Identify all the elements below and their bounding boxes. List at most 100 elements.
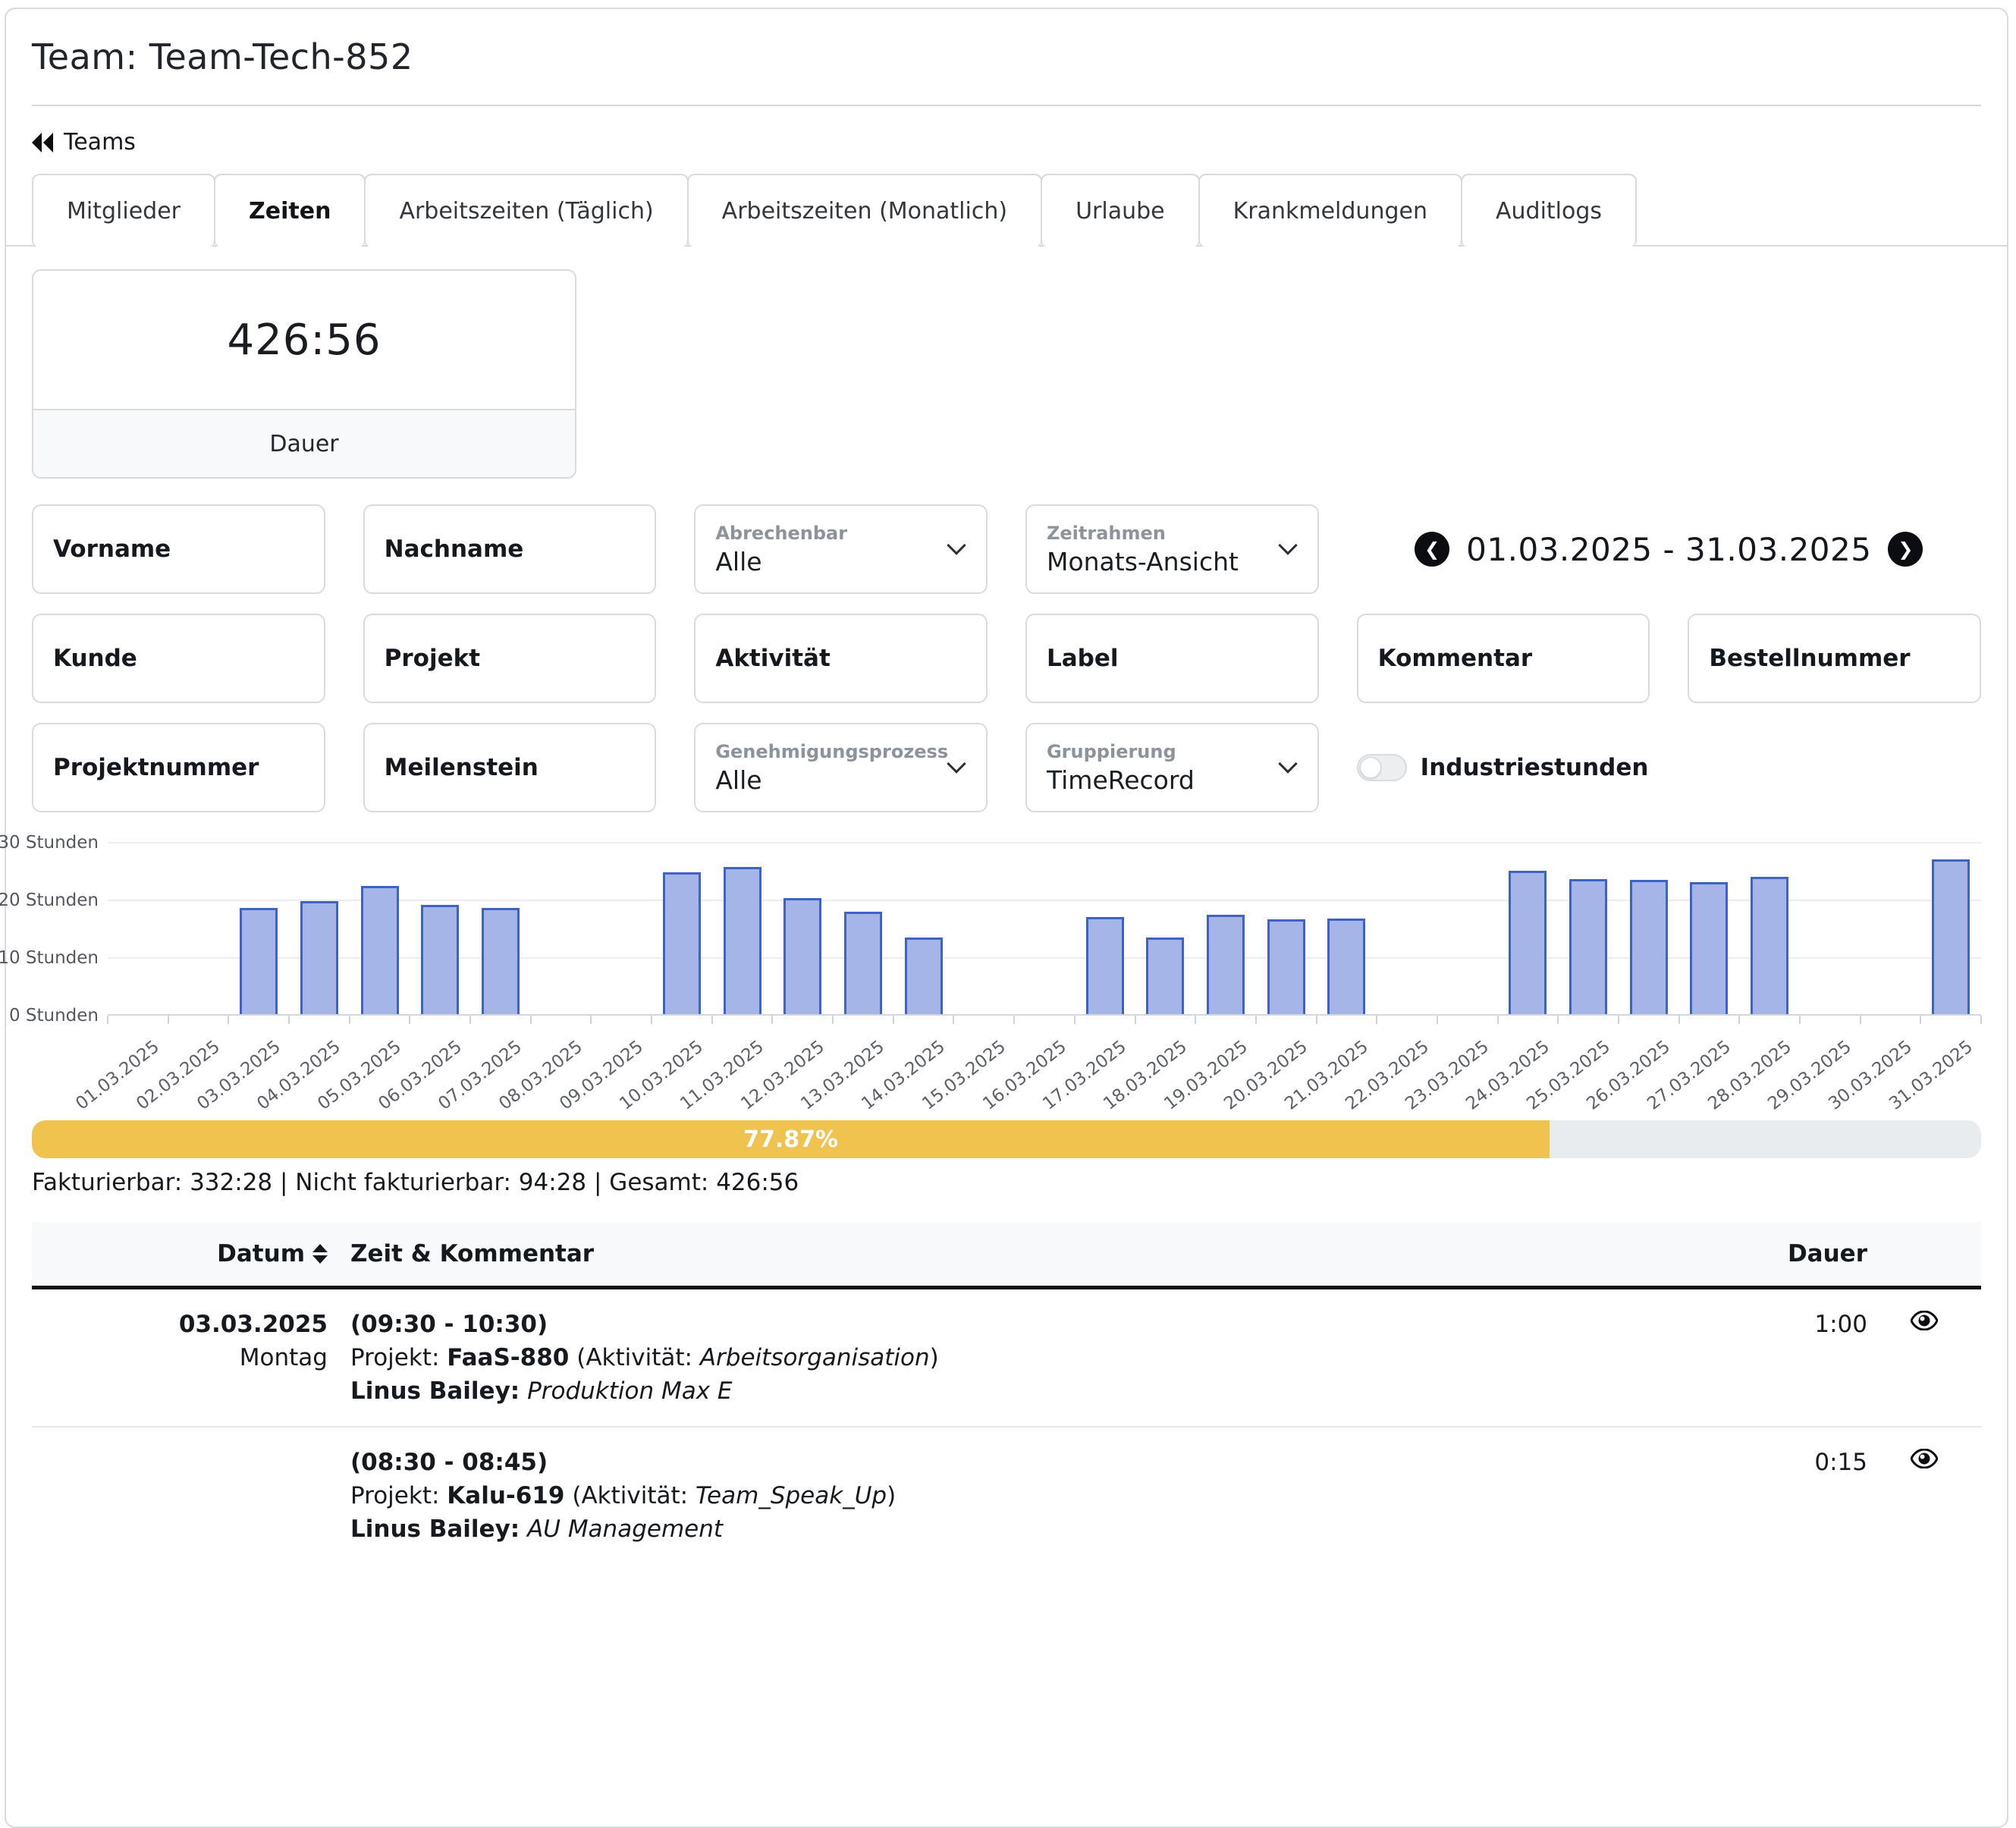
vorname-input[interactable]: Vorname: [32, 504, 325, 594]
x-axis-tick: [771, 1016, 773, 1024]
x-axis-tick: [288, 1016, 290, 1024]
bar-slot: [712, 843, 773, 1014]
entry-person: Linus Bailey:: [350, 1515, 520, 1543]
bar-slot: [1678, 843, 1739, 1014]
vorname-label: Vorname: [53, 536, 304, 563]
bar-slot: [350, 843, 410, 1014]
view-entry-button[interactable]: [1911, 1447, 1938, 1475]
x-axis-tick: [953, 1016, 954, 1024]
x-axis-tick: [1255, 1016, 1257, 1024]
bar-slot: [1377, 843, 1437, 1014]
bar-slot: [531, 843, 592, 1014]
cell-zeit-kommentar: (08:30 - 08:45) Projekt: Kalu-619 (Aktiv…: [328, 1427, 1693, 1564]
projekt-input[interactable]: Projekt: [363, 614, 657, 703]
bar-slot: [1558, 843, 1619, 1014]
bar: [1086, 917, 1124, 1014]
activity-suffix: ): [887, 1482, 896, 1509]
rewind-icon: [32, 133, 55, 152]
table-header-row: Datum Zeit & Kommentar Dauer: [32, 1222, 1981, 1288]
x-axis-tick: [1135, 1016, 1136, 1024]
billable-progress-track: 77.87%: [32, 1120, 1981, 1158]
bar: [663, 872, 701, 1014]
tab-auditlogs[interactable]: Auditlogs: [1461, 174, 1637, 247]
x-axis-tick: [590, 1016, 592, 1024]
genehmigungsprozess-select[interactable]: Genehmigungsprozess Alle: [694, 723, 988, 812]
totals-summary: Fakturierbar: 332:28 | Nicht fakturierba…: [32, 1169, 1981, 1196]
aktivitaet-input[interactable]: Aktivität: [694, 614, 988, 703]
tab-urlaube[interactable]: Urlaube: [1041, 174, 1200, 247]
bar-slot: [1195, 843, 1256, 1014]
projektnummer-label: Projektnummer: [53, 754, 304, 781]
bar-slot: [1437, 843, 1498, 1014]
activity-prefix: (Aktivität:: [572, 1482, 688, 1509]
nachname-input[interactable]: Nachname: [363, 504, 657, 594]
bar-slot: [1256, 843, 1317, 1014]
bestellnummer-input[interactable]: Bestellnummer: [1688, 614, 1981, 703]
x-axis-tick: [168, 1016, 169, 1024]
back-to-teams-link[interactable]: Teams: [32, 129, 136, 155]
tab-arbeitszeiten-taeglich[interactable]: Arbeitszeiten (Täglich): [364, 174, 688, 247]
filter-grid: Vorname Nachname Abrechenbar Alle Zeitra…: [32, 504, 1981, 812]
table-row: 03.03.2025 Montag (09:30 - 10:30) Projek…: [32, 1288, 1981, 1428]
zeitrahmen-value: Monats-Ansicht: [1047, 547, 1298, 576]
y-axis-tick-label: 10 Stunden: [0, 948, 99, 968]
cell-dauer: 1:00: [1693, 1288, 1867, 1428]
x-axis-tick: [1557, 1016, 1559, 1024]
abrechenbar-select[interactable]: Abrechenbar Alle: [694, 504, 988, 594]
activity-suffix: ): [930, 1344, 939, 1371]
bar-slot: [1920, 843, 1981, 1014]
entry-weekday: Montag: [240, 1344, 328, 1371]
bestellnummer-label: Bestellnummer: [1709, 645, 1960, 672]
projektnummer-input[interactable]: Projektnummer: [32, 723, 325, 812]
bar-slot: [1497, 843, 1558, 1014]
entry-person: Linus Bailey:: [350, 1377, 520, 1405]
x-axis-tick: [1980, 1016, 1982, 1024]
entry-project: FaaS-880: [447, 1344, 569, 1371]
billable-progress-label: 77.87%: [743, 1126, 838, 1153]
bar: [240, 908, 278, 1014]
chart-x-ticks: [108, 1016, 1981, 1025]
gruppierung-select[interactable]: Gruppierung TimeRecord: [1025, 723, 1319, 812]
header-actions: [1867, 1222, 1981, 1288]
x-axis-tick: [1678, 1016, 1680, 1024]
zeitrahmen-select[interactable]: Zeitrahmen Monats-Ansicht: [1025, 504, 1319, 594]
page-title: Team: Team-Tech-852: [32, 27, 1981, 77]
entry-activity: Team_Speak_Up: [696, 1482, 887, 1509]
tab-arbeitszeiten-monatlich[interactable]: Arbeitszeiten (Monatlich): [687, 174, 1042, 247]
x-axis-tick: [530, 1016, 532, 1024]
entry-comment: AU Management: [527, 1515, 723, 1543]
next-month-button[interactable]: ❯: [1888, 532, 1923, 567]
industriestunden-toggle[interactable]: [1357, 754, 1407, 781]
bar-slot: [652, 843, 712, 1014]
x-axis-tick: [349, 1016, 350, 1024]
date-range-nav: ❮ 01.03.2025 - 31.03.2025 ❯: [1357, 504, 1981, 594]
bar: [1751, 877, 1788, 1014]
header-dauer: Dauer: [1693, 1222, 1867, 1288]
x-axis-tick: [1074, 1016, 1076, 1024]
prev-month-button[interactable]: ❮: [1415, 532, 1449, 567]
project-prefix: Projekt:: [350, 1482, 439, 1509]
x-axis-tick: [1860, 1016, 1861, 1024]
kunde-input[interactable]: Kunde: [32, 614, 325, 703]
sort-icon: [312, 1244, 328, 1264]
view-entry-button[interactable]: [1911, 1309, 1938, 1336]
tab-mitglieder[interactable]: Mitglieder: [32, 174, 215, 247]
bar: [1630, 880, 1668, 1014]
tab-bar: Mitglieder Zeiten Arbeitszeiten (Täglich…: [32, 174, 1981, 247]
cell-zeit-kommentar: (09:30 - 10:30) Projekt: FaaS-880 (Aktiv…: [328, 1288, 1693, 1428]
hours-bar-chart: 0 Stunden10 Stunden20 Stunden30 Stunden …: [32, 843, 1981, 1110]
gruppierung-value: TimeRecord: [1047, 765, 1298, 795]
genehmigungsprozess-label: Genehmigungsprozess: [715, 741, 966, 762]
chart-plot-area: 0 Stunden10 Stunden20 Stunden30 Stunden: [108, 843, 1981, 1016]
tab-krankmeldungen[interactable]: Krankmeldungen: [1198, 174, 1462, 247]
meilenstein-input[interactable]: Meilenstein: [363, 723, 657, 812]
kommentar-label: Kommentar: [1378, 645, 1629, 672]
sort-by-date-button[interactable]: Datum: [217, 1240, 328, 1267]
kunde-label: Kunde: [53, 645, 304, 672]
activity-prefix: (Aktivität:: [576, 1344, 692, 1371]
tab-zeiten[interactable]: Zeiten: [214, 174, 366, 247]
title-divider: [32, 105, 1981, 106]
label-input[interactable]: Label: [1025, 614, 1319, 703]
bar: [361, 886, 399, 1014]
kommentar-input[interactable]: Kommentar: [1357, 614, 1650, 703]
